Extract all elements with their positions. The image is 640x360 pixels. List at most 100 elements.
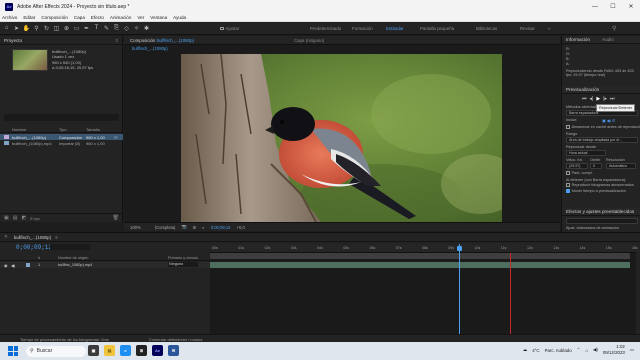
- composition-viewer[interactable]: [181, 54, 502, 222]
- panel-menu-icon[interactable]: ≡: [115, 38, 118, 43]
- move-time-checkbox[interactable]: [566, 189, 570, 193]
- windows-start-icon[interactable]: [8, 346, 18, 356]
- pan-behind-tool-icon[interactable]: ⊕: [63, 25, 70, 32]
- menu-composicion[interactable]: Composición: [41, 15, 68, 20]
- layer-name[interactable]: bullfinc_1080p).mp4: [58, 263, 92, 267]
- menu-editar[interactable]: Editar: [23, 15, 35, 20]
- project-search-input[interactable]: [4, 114, 119, 121]
- effects-item[interactable]: Ajust. elaborados de animación: [566, 226, 619, 230]
- channel-icon[interactable]: ◐: [202, 225, 205, 230]
- workspace-pantalla-pequena[interactable]: Pantalla pequeña: [420, 22, 454, 35]
- cache-checkbox[interactable]: [566, 125, 570, 129]
- snapshot-icon[interactable]: 📷: [181, 224, 186, 230]
- resolution-dropdown[interactable]: Automático: [606, 163, 636, 169]
- col-size[interactable]: Tamaño: [86, 127, 100, 132]
- tray-chevron-icon[interactable]: ⌃: [577, 347, 581, 353]
- col-parent[interactable]: Primario y vínculo: [168, 256, 198, 260]
- fps-dropdown[interactable]: (29,97): [566, 163, 588, 169]
- weather-label[interactable]: Parc. nublado: [545, 348, 572, 353]
- workspace-revisar[interactable]: Revisar: [520, 22, 535, 35]
- new-composition-icon[interactable]: ◩: [21, 215, 26, 221]
- store-icon[interactable]: ⊞: [136, 345, 147, 356]
- interpret-footage-icon[interactable]: ▣: [4, 215, 9, 221]
- puppet-tool-icon[interactable]: ✱: [143, 25, 150, 32]
- notifications-icon[interactable]: ▭: [630, 347, 634, 353]
- weather-icon[interactable]: ☁: [523, 347, 527, 353]
- workspace-estandar[interactable]: Estándar: [386, 22, 404, 35]
- magnification-dropdown[interactable]: 100%: [130, 225, 141, 230]
- close-button[interactable]: ✕: [622, 0, 640, 13]
- col-source-name[interactable]: Nombre de origen: [58, 256, 88, 260]
- play-from-dropdown[interactable]: Hora actual: [566, 150, 606, 156]
- mail-icon[interactable]: ✉: [168, 345, 179, 356]
- taskbar-search[interactable]: ⚲ Buscar: [26, 345, 86, 357]
- volume-icon[interactable]: ◀): [593, 347, 598, 353]
- hand-tool-icon[interactable]: ✋: [23, 25, 30, 32]
- skip-input[interactable]: 0: [590, 163, 602, 169]
- prev-frame-icon[interactable]: ◂|: [590, 96, 594, 102]
- new-folder-icon[interactable]: ▤: [13, 215, 18, 221]
- timeline-search-input[interactable]: [50, 244, 90, 250]
- toggle-switches-button[interactable]: Conmutar definidores / modos: [149, 337, 203, 342]
- pen-tool-icon[interactable]: ✒: [83, 25, 90, 32]
- panel-menu-icon[interactable]: ≡: [55, 235, 58, 240]
- bpc-label[interactable]: 8 bpc: [30, 216, 40, 221]
- layer-duration-bar[interactable]: [210, 262, 630, 268]
- workspace-more-icon[interactable]: »: [548, 22, 550, 35]
- workspace-bibliotecas[interactable]: Bibliotecas: [476, 22, 497, 35]
- tab-composition[interactable]: Composición bullfinch_...(1080p): [130, 38, 194, 43]
- roto-tool-icon[interactable]: ✧: [133, 25, 140, 32]
- workspace-predeterminado[interactable]: Predeterminado: [310, 22, 341, 35]
- zoom-tool-icon[interactable]: ⚲: [33, 25, 40, 32]
- exposure-value[interactable]: +0,0: [237, 225, 245, 230]
- search-help-icon[interactable]: ⚲: [612, 22, 616, 35]
- type-tool-icon[interactable]: T: [93, 25, 100, 32]
- tab-layer[interactable]: Capa (ninguno): [294, 38, 324, 43]
- menu-ayuda[interactable]: Ayuda: [173, 15, 186, 20]
- tab-timeline-comp[interactable]: bullfinch_...(1080p): [14, 235, 51, 240]
- network-icon[interactable]: ⌂: [585, 348, 588, 353]
- menu-archivo[interactable]: Archivo: [2, 15, 17, 20]
- menu-ventana[interactable]: Ventana: [150, 15, 167, 20]
- temperature-label[interactable]: 4°C: [532, 348, 539, 353]
- tab-info[interactable]: Información: [566, 37, 590, 42]
- fullscreen-checkbox[interactable]: [566, 171, 570, 175]
- file-explorer-icon[interactable]: ▤: [104, 345, 115, 356]
- after-effects-taskbar-icon[interactable]: Ae: [152, 345, 163, 356]
- cached-frames-checkbox[interactable]: [566, 183, 570, 187]
- next-frame-icon[interactable]: |▸: [603, 96, 607, 102]
- time-ruler[interactable]: 00s 01s 02s 03s 04s 05s 06s 07s 08s 09s 10s 11s 12s 1…: [210, 244, 638, 253]
- tab-audio[interactable]: Audio: [602, 37, 614, 42]
- parent-dropdown[interactable]: Ninguno: [168, 262, 198, 267]
- rotate-tool-icon[interactable]: ↻: [43, 25, 50, 32]
- minimize-button[interactable]: —: [586, 0, 604, 13]
- work-area-bar[interactable]: [210, 253, 630, 259]
- camera-tool-icon[interactable]: ◫: [53, 25, 60, 32]
- playhead[interactable]: [456, 244, 462, 334]
- playhead-handle[interactable]: [456, 246, 462, 251]
- range-dropdown[interactable]: Área de trabajo ampliada por el...: [566, 137, 638, 143]
- effects-search-input[interactable]: [566, 218, 638, 224]
- layer-color-swatch[interactable]: [26, 263, 30, 267]
- clone-tool-icon[interactable]: ⎘: [113, 25, 120, 32]
- col-name[interactable]: Nombre: [12, 127, 26, 132]
- snap-checkbox[interactable]: [220, 26, 224, 31]
- first-frame-icon[interactable]: ⏮: [582, 96, 587, 102]
- trash-icon[interactable]: 🗑: [113, 215, 119, 221]
- col-type[interactable]: Tipo: [59, 127, 67, 132]
- close-tab-icon[interactable]: ✕: [4, 234, 8, 240]
- flowchart-icon[interactable]: ⚇: [114, 135, 118, 140]
- eraser-tool-icon[interactable]: ◇: [123, 25, 130, 32]
- rectangle-tool-icon[interactable]: ▭: [73, 25, 80, 32]
- last-frame-icon[interactable]: ⏭: [610, 96, 615, 102]
- project-row-footage[interactable]: bullfinch_(1080p).mp4 Importar (8) 960 x…: [0, 140, 123, 146]
- maximize-button[interactable]: ☐: [604, 0, 622, 13]
- viewer-timecode[interactable]: 0;00;09;12: [211, 225, 231, 230]
- timeline-timecode[interactable]: 0;00;09;12: [16, 244, 52, 251]
- include-toggles-icon[interactable]: ▣ ◀) ⊟: [602, 118, 615, 123]
- quality-dropdown[interactable]: (Completa): [155, 225, 176, 230]
- brush-tool-icon[interactable]: ✎: [103, 25, 110, 32]
- selection-tool-icon[interactable]: ➤: [13, 25, 20, 32]
- grid-icon[interactable]: ⊞: [193, 225, 197, 230]
- menu-efecto[interactable]: Efecto: [91, 15, 104, 20]
